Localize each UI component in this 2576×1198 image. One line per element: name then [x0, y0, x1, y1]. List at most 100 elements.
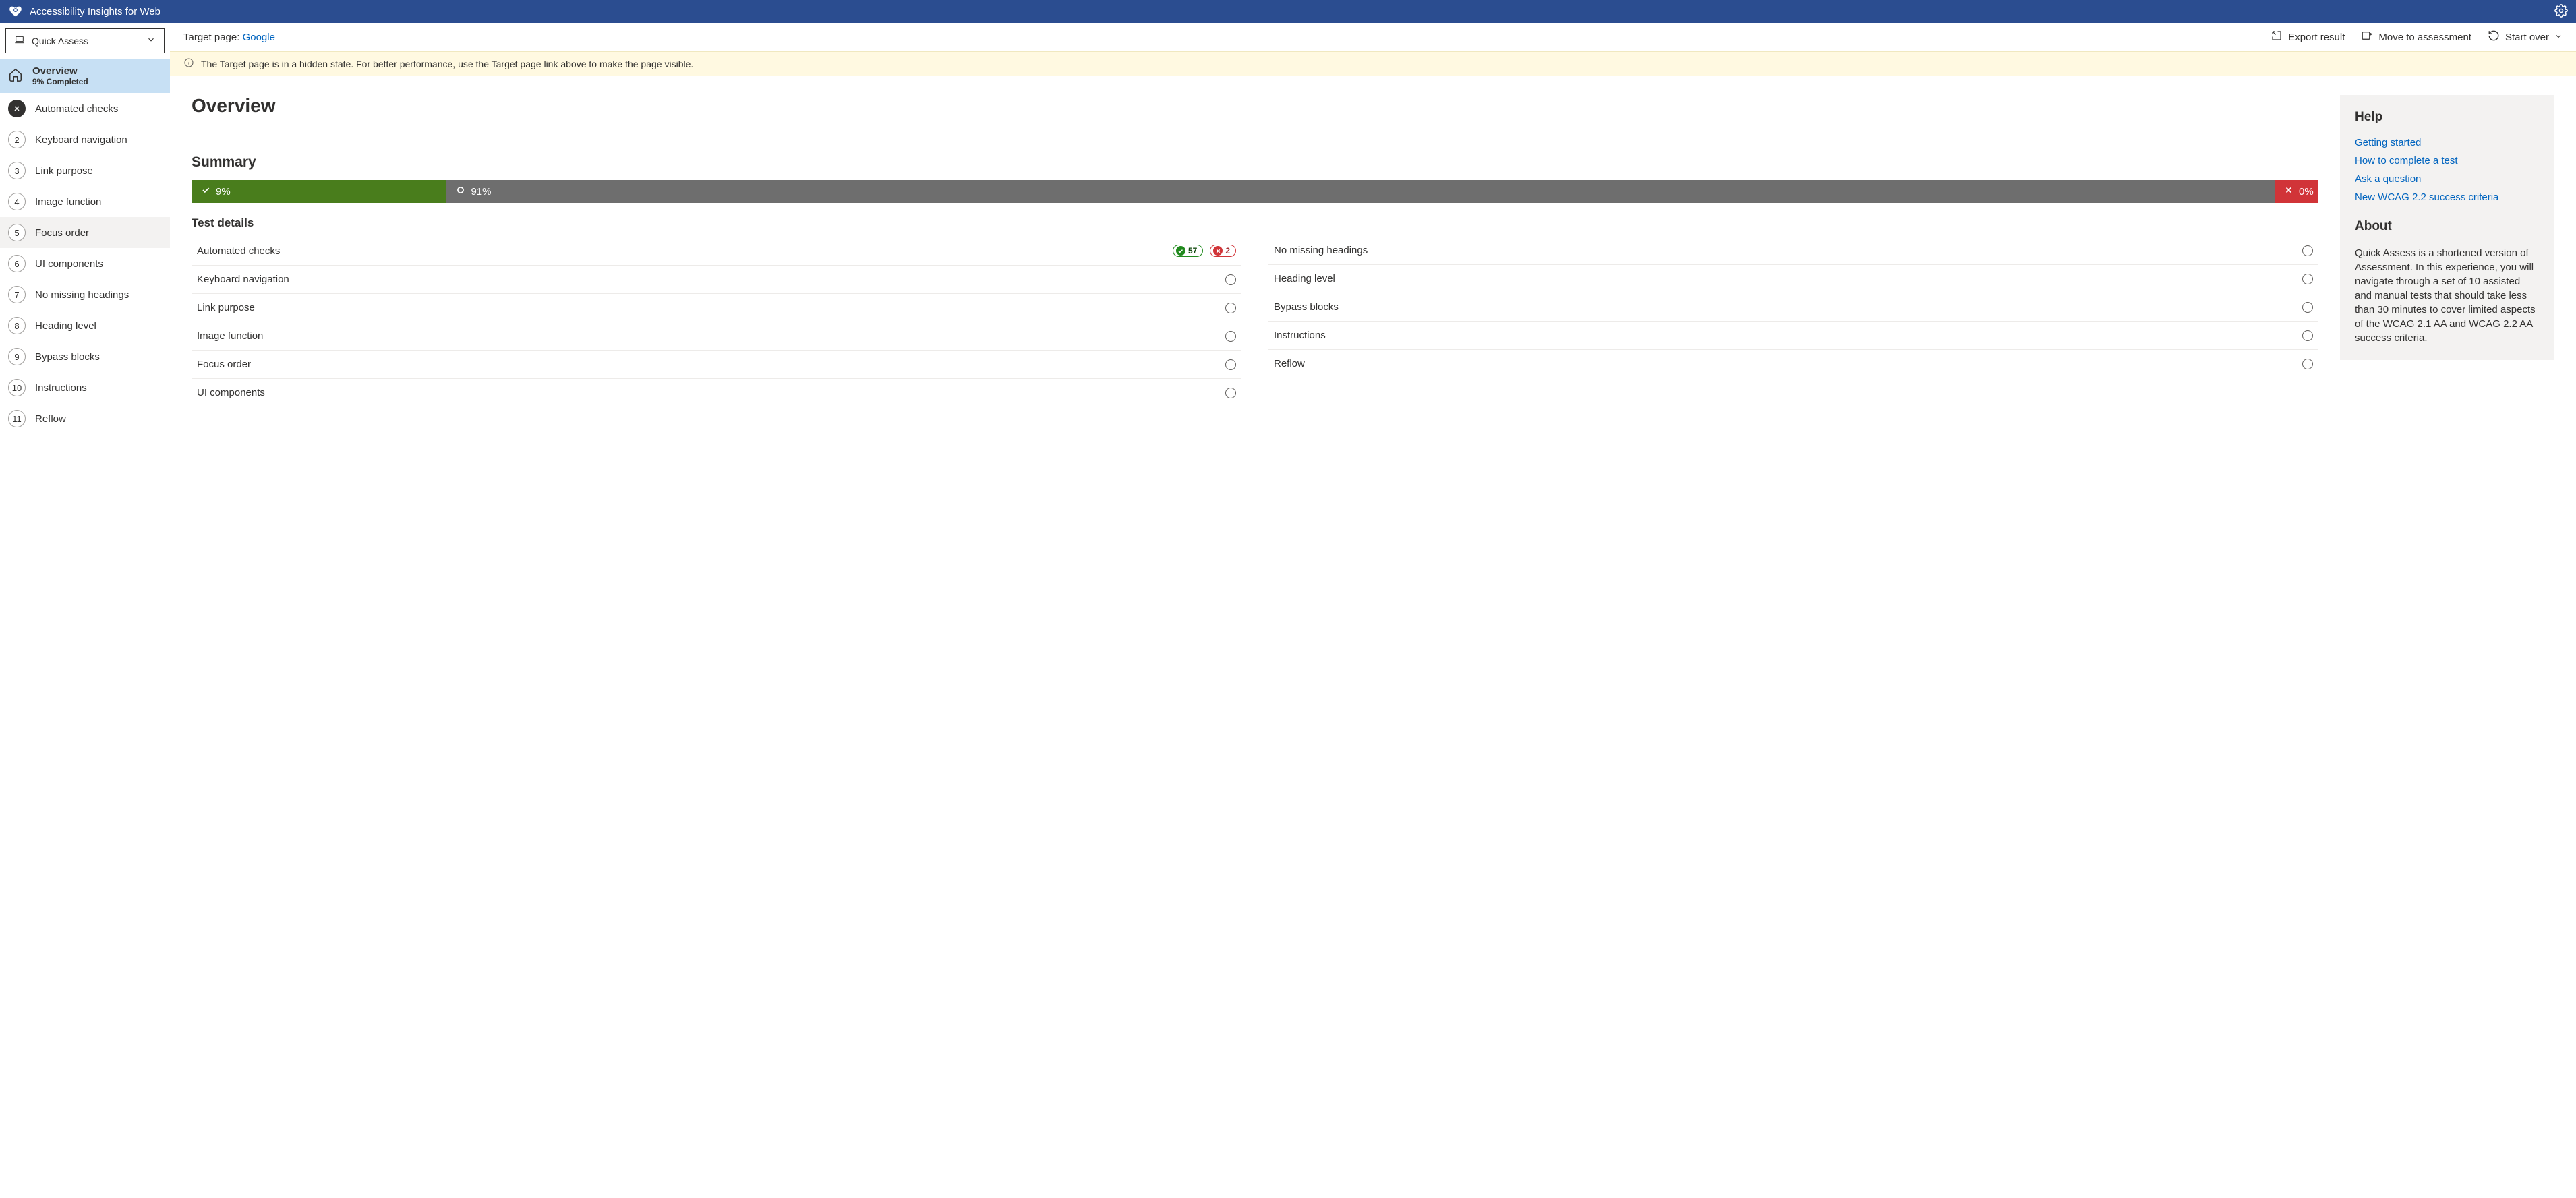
chevron-down-icon: [2554, 32, 2563, 43]
detail-name: Focus order: [197, 359, 251, 370]
home-icon: [8, 67, 23, 84]
detail-ui-components[interactable]: UI components: [192, 379, 1241, 407]
progress-bar: 9% 91% 0%: [192, 180, 2318, 203]
nav-item-label: Instructions: [35, 382, 87, 394]
detail-name: No missing headings: [1274, 245, 1368, 256]
help-link-getting-started[interactable]: Getting started: [2355, 137, 2421, 148]
nav-no-missing-headings[interactable]: 7 No missing headings: [0, 279, 170, 310]
sidebar: Quick Assess Overview 9% Completed: [0, 23, 170, 1198]
help-link-wcag-22[interactable]: New WCAG 2.2 success criteria: [2355, 191, 2498, 203]
settings-gear-icon[interactable]: [2554, 4, 2568, 20]
incomplete-status-icon: [1225, 331, 1236, 342]
topbar: Target page: Google Export result Move t…: [170, 23, 2576, 51]
incomplete-status-icon: [2302, 330, 2313, 341]
detail-instructions[interactable]: Instructions: [1268, 322, 2318, 350]
detail-name: Bypass blocks: [1274, 301, 1339, 313]
test-details-grid: Automated checks 57 2: [192, 237, 2318, 407]
app-title: Accessibility Insights for Web: [30, 6, 160, 18]
detail-no-missing-headings[interactable]: No missing headings: [1268, 237, 2318, 265]
detail-name: Heading level: [1274, 273, 1335, 284]
move-to-assessment-button[interactable]: Move to assessment: [2361, 30, 2471, 44]
test-details-title: Test details: [192, 216, 2318, 230]
help-title: Help: [2355, 110, 2540, 125]
progress-incomplete-segment: 91%: [446, 180, 2275, 203]
step-number: 3: [8, 162, 26, 179]
nav-overview[interactable]: Overview 9% Completed: [0, 59, 170, 93]
export-label: Export result: [2288, 32, 2345, 43]
detail-name: UI components: [197, 387, 265, 398]
detail-image-function[interactable]: Image function: [192, 322, 1241, 351]
incomplete-status-icon: [1225, 274, 1236, 285]
circle-icon: [456, 185, 465, 198]
progress-pass-segment: 9%: [192, 180, 446, 203]
detail-automated-checks[interactable]: Automated checks 57 2: [192, 237, 1241, 266]
nav-focus-order[interactable]: 5 Focus order: [0, 217, 170, 248]
chevron-down-icon: [146, 35, 156, 47]
detail-focus-order[interactable]: Focus order: [192, 351, 1241, 379]
banner-text: The Target page is in a hidden state. Fo…: [201, 59, 693, 69]
check-icon: [1176, 246, 1185, 256]
help-link-how-to-complete[interactable]: How to complete a test: [2355, 155, 2458, 167]
incomplete-status-icon: [1225, 303, 1236, 313]
app-header: Accessibility Insights for Web: [0, 0, 2576, 23]
nav-item-label: UI components: [35, 258, 103, 270]
step-number: 10: [8, 379, 26, 396]
nav-link-purpose[interactable]: 3 Link purpose: [0, 155, 170, 186]
fail-icon: [8, 100, 26, 117]
incomplete-status-icon: [1225, 359, 1236, 370]
nav-reflow[interactable]: 11 Reflow: [0, 403, 170, 434]
info-banner: The Target page is in a hidden state. Fo…: [170, 51, 2576, 76]
fail-pct: 0%: [2299, 186, 2314, 198]
help-panel: Help Getting started How to complete a t…: [2340, 95, 2554, 360]
nav-ui-components[interactable]: 6 UI components: [0, 248, 170, 279]
x-icon: [1213, 246, 1223, 256]
about-text: Quick Assess is a shortened version of A…: [2355, 246, 2540, 345]
step-number: 8: [8, 317, 26, 334]
step-number: 11: [8, 410, 26, 427]
nav-item-label: Link purpose: [35, 165, 93, 177]
nav-item-label: Focus order: [35, 227, 89, 239]
nav-item-label: Automated checks: [35, 103, 118, 115]
nav-keyboard-navigation[interactable]: 2 Keyboard navigation: [0, 124, 170, 155]
nav-heading-level[interactable]: 8 Heading level: [0, 310, 170, 341]
refresh-icon: [2488, 30, 2500, 44]
nav-bypass-blocks[interactable]: 9 Bypass blocks: [0, 341, 170, 372]
incomplete-status-icon: [2302, 302, 2313, 313]
detail-name: Link purpose: [197, 302, 255, 313]
move-label: Move to assessment: [2378, 32, 2471, 43]
app-logo-icon: [8, 3, 23, 20]
target-page-link[interactable]: Google: [243, 32, 275, 43]
detail-heading-level[interactable]: Heading level: [1268, 265, 2318, 293]
help-link-ask-question[interactable]: Ask a question: [2355, 173, 2421, 185]
target-page-prefix: Target page:: [183, 32, 243, 43]
step-number: 6: [8, 255, 26, 272]
detail-name: Keyboard navigation: [197, 274, 289, 285]
start-over-button[interactable]: Start over: [2488, 30, 2563, 44]
export-result-button[interactable]: Export result: [2271, 30, 2345, 44]
detail-reflow[interactable]: Reflow: [1268, 350, 2318, 378]
nav-automated-checks[interactable]: Automated checks: [0, 93, 170, 124]
x-icon: [2284, 185, 2293, 198]
nav-item-label: Bypass blocks: [35, 351, 100, 363]
incomplete-status-icon: [2302, 359, 2313, 369]
detail-keyboard-navigation[interactable]: Keyboard navigation: [192, 266, 1241, 294]
step-number: 4: [8, 193, 26, 210]
nav-instructions[interactable]: 10 Instructions: [0, 372, 170, 403]
nav-overview-sub: 9% Completed: [32, 77, 88, 86]
detail-name: Reflow: [1274, 358, 1305, 369]
detail-link-purpose[interactable]: Link purpose: [192, 294, 1241, 322]
export-icon: [2271, 30, 2283, 44]
sidebar-nav: Overview 9% Completed Automated checks 2…: [0, 59, 170, 434]
mode-selector[interactable]: Quick Assess: [5, 28, 165, 53]
incomplete-pct: 91%: [471, 186, 491, 198]
pass-pct: 9%: [216, 186, 231, 198]
incomplete-status-icon: [1225, 388, 1236, 398]
summary-title: Summary: [192, 154, 2318, 171]
incomplete-status-icon: [2302, 274, 2313, 284]
incomplete-status-icon: [2302, 245, 2313, 256]
nav-image-function[interactable]: 4 Image function: [0, 186, 170, 217]
nav-item-label: Heading level: [35, 320, 96, 332]
move-icon: [2361, 30, 2373, 44]
detail-bypass-blocks[interactable]: Bypass blocks: [1268, 293, 2318, 322]
mode-label: Quick Assess: [32, 36, 88, 47]
